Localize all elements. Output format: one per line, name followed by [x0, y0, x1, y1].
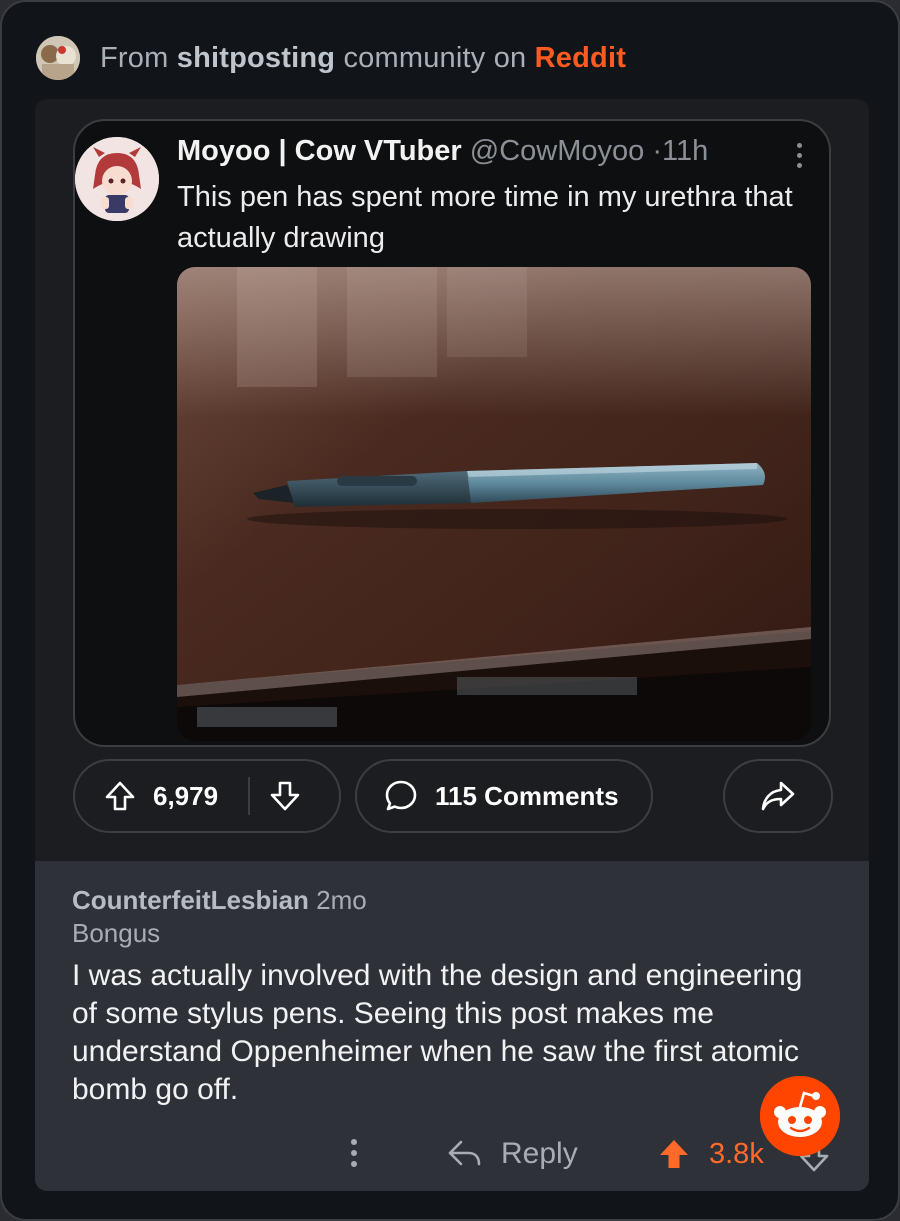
- share-source-text: From shitposting community on Reddit: [100, 42, 626, 75]
- header-prefix: From: [100, 41, 169, 74]
- comment-author[interactable]: CounterfeitLesbian: [72, 885, 309, 915]
- share-button[interactable]: [723, 759, 833, 833]
- post-action-bar: 6,979 115 Comments: [73, 759, 833, 833]
- comments-label: 115 Comments: [435, 780, 619, 811]
- upvote-icon[interactable]: [103, 779, 137, 813]
- comment-action-bar: Reply 3.8k: [35, 1131, 869, 1181]
- more-vertical-icon[interactable]: [349, 1139, 359, 1172]
- top-comment: CounterfeitLesbian 2mo Bongus I was actu…: [35, 861, 869, 1191]
- reply-button[interactable]: Reply: [447, 1137, 578, 1171]
- tweet-author-avatar: [75, 137, 159, 221]
- community-avatar[interactable]: [36, 36, 80, 80]
- comment-header: CounterfeitLesbian 2mo: [72, 885, 367, 916]
- platform-link[interactable]: Reddit: [535, 42, 626, 74]
- comment-upvote[interactable]: 3.8k: [657, 1137, 764, 1171]
- tweet-display-name[interactable]: Moyoo | Cow VTuber: [177, 135, 462, 167]
- tweet-header: Moyoo | Cow VTuber @CowMoyoo ·11h: [177, 135, 708, 168]
- header-middle: community on: [343, 41, 527, 74]
- community-link[interactable]: shitposting: [177, 42, 335, 74]
- reddit-snoo-icon[interactable]: [760, 1076, 840, 1156]
- share-card: From shitposting community on Reddit Moy…: [0, 0, 900, 1221]
- tweet-age: 11h: [661, 135, 709, 167]
- comment-body: I was actually involved with the design …: [72, 959, 803, 1106]
- downvote-icon[interactable]: [268, 779, 302, 813]
- share-header: From shitposting community on Reddit: [36, 34, 626, 82]
- post-card[interactable]: Moyoo | Cow VTuber @CowMoyoo ·11h This p…: [35, 99, 869, 861]
- tweet-text: This pen has spent more time in my ureth…: [177, 181, 793, 254]
- vote-count: 6,979: [153, 780, 219, 811]
- comments-button[interactable]: 115 Comments: [355, 759, 653, 833]
- user-flair: Bongus: [72, 918, 161, 948]
- tweet-separator: ·: [652, 135, 662, 167]
- comment-icon: [383, 778, 419, 814]
- vote-divider: [248, 777, 251, 815]
- reply-label: Reply: [501, 1137, 578, 1170]
- reply-icon: [447, 1138, 483, 1170]
- upvote-icon[interactable]: [657, 1137, 691, 1171]
- vote-control: 6,979: [73, 759, 341, 833]
- tweet-embed: Moyoo | Cow VTuber @CowMoyoo ·11h This p…: [73, 119, 831, 747]
- tweet-photo[interactable]: [177, 267, 811, 741]
- comment-score: 3.8k: [709, 1137, 764, 1170]
- share-icon: [759, 779, 797, 813]
- more-vertical-icon[interactable]: [795, 143, 803, 173]
- tweet-handle[interactable]: @CowMoyoo: [470, 135, 645, 167]
- comment-age: 2mo: [316, 885, 367, 915]
